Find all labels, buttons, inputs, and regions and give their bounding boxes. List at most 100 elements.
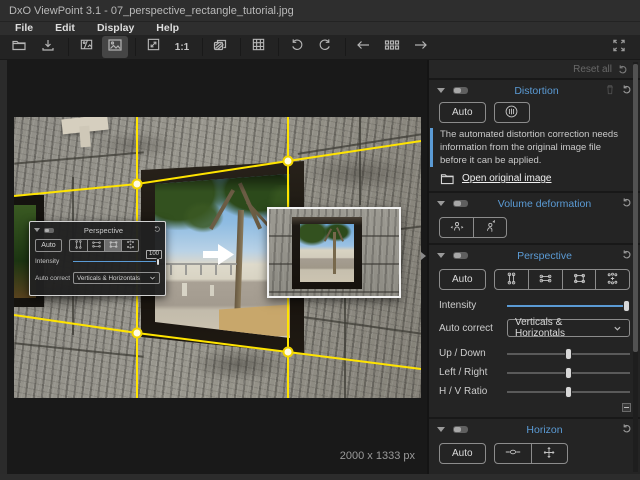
guide-handle-bottom-right[interactable] — [284, 348, 293, 357]
eight-point-button[interactable] — [595, 270, 629, 289]
title-bar: DxO ViewPoint 3.1 - 07_perspective_recta… — [0, 0, 640, 22]
up-down-handle[interactable] — [565, 348, 572, 360]
redo-button[interactable] — [312, 36, 338, 58]
panel-collapse-handle[interactable] — [421, 252, 426, 260]
horizon-level-button[interactable] — [495, 444, 531, 463]
up-down-row: Up / Down — [429, 344, 640, 363]
panel-scrollbar-thumb[interactable] — [633, 64, 638, 352]
force-rectangle-button[interactable] — [104, 240, 121, 251]
perspective-enable-toggle[interactable] — [453, 252, 468, 259]
overlay-auto-button[interactable]: Auto — [35, 239, 62, 252]
menu-edit[interactable]: Edit — [44, 22, 86, 35]
window-bottom-edge — [0, 474, 640, 480]
open-image-button[interactable] — [6, 36, 32, 58]
left-right-row: Left / Right — [429, 363, 640, 382]
overlay-auto-correct-label: Auto correct — [35, 275, 73, 282]
perspective-title: Perspective — [468, 250, 621, 262]
menu-file[interactable]: File — [4, 22, 44, 35]
person-horizontal-icon — [449, 219, 465, 237]
image-browser-button[interactable] — [379, 36, 405, 58]
section-horizon: Horizon Auto Angle — [429, 417, 640, 480]
export-image-button[interactable] — [35, 36, 61, 58]
fullscreen-button[interactable] — [608, 38, 630, 58]
guide-handle-top-right[interactable] — [284, 157, 293, 166]
previous-image-button[interactable] — [350, 36, 376, 58]
volume-title: Volume deformation — [468, 198, 621, 210]
perspective-auto-button[interactable]: Auto — [439, 269, 486, 290]
hv-ratio-handle[interactable] — [565, 386, 572, 398]
distortion-enable-toggle[interactable] — [453, 87, 468, 94]
distortion-auto-button[interactable]: Auto — [439, 102, 486, 123]
horizon-auto-button[interactable]: Auto — [439, 443, 486, 464]
menu-display[interactable]: Display — [86, 22, 145, 35]
section-perspective: Perspective Auto — [429, 243, 640, 417]
force-horizontal-icon — [538, 271, 553, 289]
open-original-image-link[interactable]: Open original image — [440, 172, 630, 185]
zoom-1-1-label: 1:1 — [175, 42, 189, 53]
reset-icon[interactable] — [153, 225, 161, 235]
left-right-handle[interactable] — [565, 367, 572, 379]
redo-icon — [318, 37, 333, 57]
panel-scrollbar[interactable] — [633, 62, 638, 472]
reset-icon[interactable] — [621, 249, 632, 263]
reset-icon[interactable] — [621, 197, 632, 211]
collapse-triangle-icon[interactable] — [437, 427, 445, 432]
image-icon — [107, 37, 123, 58]
volume-enable-toggle[interactable] — [453, 200, 468, 207]
volume-header: Volume deformation — [429, 195, 640, 212]
fullscreen-icon — [612, 39, 626, 57]
auto-correct-dropdown[interactable]: Verticals & Horizontals — [507, 319, 630, 337]
intensity-slider[interactable] — [507, 305, 630, 307]
guide-handle-top-left[interactable] — [133, 180, 142, 189]
overlay-intensity-slider[interactable]: 100 — [73, 261, 160, 263]
collapse-triangle-icon[interactable] — [437, 253, 445, 258]
force-vertical-button[interactable] — [495, 270, 529, 289]
eight-point-button[interactable] — [121, 240, 138, 251]
volume-diagonal-button[interactable] — [473, 218, 506, 237]
force-horizontal-button[interactable] — [87, 240, 104, 251]
horizon-move-button[interactable] — [531, 444, 567, 463]
reset-all-button[interactable]: Reset all — [429, 60, 640, 78]
force-rectangle-button[interactable] — [562, 270, 596, 289]
edited-photo[interactable]: Perspective Auto — [14, 117, 421, 398]
up-down-slider[interactable] — [507, 353, 630, 355]
image-dimensions-label: 2000 x 1333 px — [340, 450, 415, 462]
reset-icon[interactable] — [621, 84, 632, 98]
grid-button[interactable] — [245, 36, 271, 58]
overlay-intensity-handle[interactable] — [156, 258, 160, 266]
force-vertical-button[interactable] — [70, 240, 87, 251]
intensity-handle[interactable] — [623, 300, 630, 312]
trash-icon[interactable] — [605, 84, 615, 98]
compare-view-button[interactable] — [73, 36, 99, 58]
force-horizontal-button[interactable] — [528, 270, 562, 289]
section-collapse-button[interactable] — [622, 403, 631, 412]
next-image-button[interactable] — [408, 36, 434, 58]
menu-bar: File Edit Display Help — [0, 22, 640, 35]
overlay-auto-correct-value: Verticals & Horizontals — [77, 275, 140, 282]
collapse-triangle-icon[interactable] — [34, 228, 40, 232]
move-crosshair-icon — [542, 446, 556, 462]
reset-icon[interactable] — [621, 423, 632, 437]
overlay-perspective-panel: Perspective Auto — [29, 221, 166, 296]
collapse-triangle-icon[interactable] — [437, 88, 445, 93]
collapse-triangle-icon[interactable] — [437, 201, 445, 206]
main-content: Perspective Auto — [0, 60, 640, 474]
volume-horizontal-button[interactable] — [440, 218, 473, 237]
lens-distortion-button[interactable] — [495, 103, 529, 122]
menu-help[interactable]: Help — [145, 22, 190, 35]
compare-overlay-button[interactable] — [207, 36, 233, 58]
enable-toggle[interactable] — [44, 228, 54, 233]
horizon-enable-toggle[interactable] — [453, 426, 468, 433]
overlay-auto-correct-dropdown[interactable]: Verticals & Horizontals — [73, 272, 160, 284]
intensity-row: Intensity — [429, 296, 640, 315]
overlay-intensity-value: 100 — [146, 250, 162, 259]
undo-button[interactable] — [283, 36, 309, 58]
toolbar: 1:1 — [0, 35, 640, 60]
image-view-button[interactable] — [102, 36, 128, 58]
left-right-slider[interactable] — [507, 372, 630, 374]
hv-ratio-slider[interactable] — [507, 391, 630, 393]
fit-screen-icon — [146, 37, 161, 57]
fit-to-screen-button[interactable] — [140, 36, 166, 58]
guide-handle-bottom-left[interactable] — [133, 329, 142, 338]
zoom-1-1-button[interactable]: 1:1 — [169, 36, 195, 58]
